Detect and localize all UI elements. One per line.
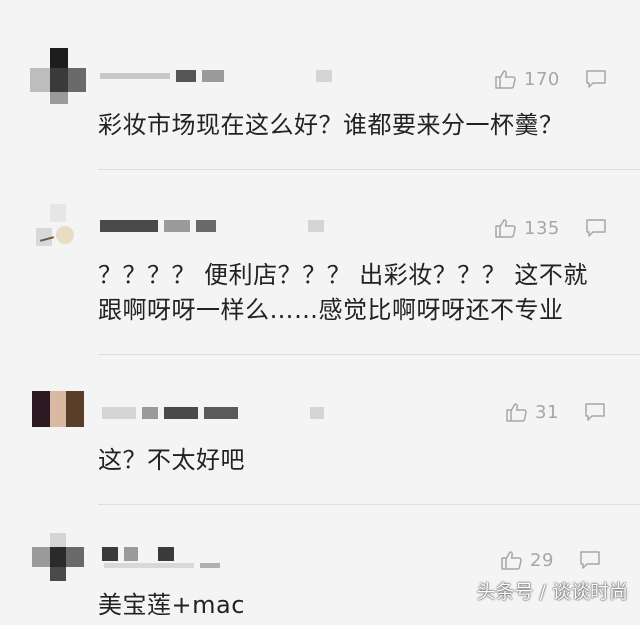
comment-text: 美宝莲+mac	[98, 591, 245, 619]
comment-text: 彩妆市场现在这么好？谁都要来分一杯羹？	[98, 111, 564, 139]
avatar[interactable]	[32, 391, 84, 431]
comment-item: 170 彩妆市场现在这么好？谁都要来分一杯羹？	[0, 0, 640, 170]
username-redacted[interactable]	[102, 407, 324, 419]
reply-bubble-icon[interactable]	[583, 401, 607, 423]
avatar[interactable]	[30, 48, 86, 104]
reply-bubble-icon[interactable]	[584, 217, 608, 239]
comment-item: 135 ？？？？ 便利店？？？ 出彩妆？？？ 这不就 跟啊呀呀一样么……感觉比啊…	[0, 170, 640, 355]
like-count: 170	[524, 68, 560, 90]
comment-actions: 135	[494, 217, 608, 239]
comment-text: 这？不太好吧	[98, 446, 245, 474]
username-redacted-extra	[104, 563, 220, 568]
reply-bubble-icon[interactable]	[578, 549, 602, 571]
like-count: 29	[530, 549, 554, 571]
thumbs-up-icon[interactable]	[494, 68, 518, 90]
thumbs-up-icon[interactable]	[505, 401, 529, 423]
watermark: 头条号 / 谈谈时尚	[476, 581, 628, 603]
comment-item: 31 这？不太好吧	[0, 355, 640, 505]
avatar[interactable]	[32, 533, 84, 581]
username-redacted[interactable]	[100, 70, 332, 82]
like-count: 31	[535, 401, 559, 423]
like-count: 135	[524, 217, 560, 239]
reply-bubble-icon[interactable]	[584, 68, 608, 90]
thumbs-up-icon[interactable]	[500, 549, 524, 571]
username-redacted[interactable]	[102, 547, 174, 561]
comment-text-line-2: 跟啊呀呀一样么……感觉比啊呀呀还不专业	[98, 296, 564, 324]
comment-actions: 31	[505, 401, 607, 423]
comment-actions: 29	[500, 549, 602, 571]
thumbs-up-icon[interactable]	[494, 217, 518, 239]
username-redacted[interactable]	[100, 220, 324, 232]
comment-actions: 170	[494, 68, 608, 90]
comment-text-line-1: ？？？？ 便利店？？？ 出彩妆？？？ 这不就	[98, 261, 588, 289]
avatar[interactable]	[30, 198, 86, 254]
